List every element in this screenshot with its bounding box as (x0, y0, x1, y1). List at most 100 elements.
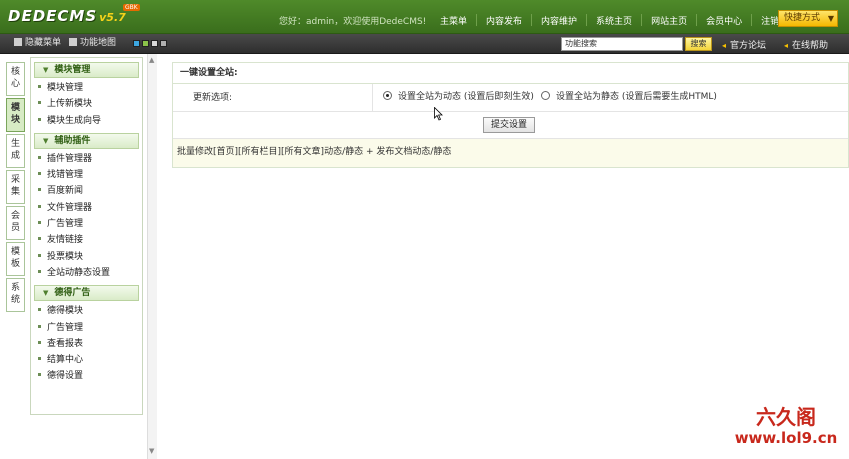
menu-group-2: ▼ 辅助插件插件管理器 找错管理 百度新闻 文件管理器 广告管理 友情链接 投票模块 全站动静态… (34, 132, 139, 281)
bullet-icon: ◂ (784, 41, 789, 50)
site-watermark: 六久阁 www.lol9.cn (734, 405, 838, 447)
menu-item[interactable]: 百度新闻 (34, 183, 139, 199)
skin-swatch-2[interactable] (142, 40, 149, 47)
bullet-icon (38, 324, 41, 328)
bullet-icon (38, 308, 41, 312)
skin-swatch-4[interactable] (160, 40, 167, 47)
radio-static[interactable]: 设置全站为静态 (设置后需要生成HTML) (541, 91, 717, 103)
radio-dynamic[interactable]: 设置全站为动态 (设置后即刻生效) (383, 91, 534, 103)
collapse-icon: ▼ (43, 66, 49, 74)
nav-link-3[interactable]: 内容维护 (541, 11, 577, 30)
radio-unchecked-icon (541, 91, 550, 100)
menu-group-1: ▼ 模块管理模块管理 上传新模块 模块生成向导 (34, 62, 139, 129)
dedecms-logo: DEDECMS v5.7 GBK (8, 4, 140, 25)
bullet-icon (38, 221, 41, 225)
scroll-up-icon[interactable]: ▲ (149, 56, 154, 64)
menu-item[interactable]: 找错管理 (34, 167, 139, 183)
collapse-icon: ▼ (43, 289, 49, 298)
vtab-5[interactable]: 会员 (6, 206, 25, 240)
menu-group-header[interactable]: ▼ 辅助插件 (34, 132, 139, 149)
menu-group-3: ▼ 德得广告 德得模块 广告管理 查看报表 结算中心 德得设置 (34, 285, 139, 384)
skin-swatch-3[interactable] (151, 40, 158, 47)
menu-item[interactable]: 上传新模块 (34, 96, 139, 112)
bullet-icon (38, 357, 41, 361)
bullet-icon (38, 237, 41, 241)
map-icon (69, 38, 77, 46)
bullet-icon (38, 117, 41, 121)
chevron-down-icon: ▼ (827, 14, 834, 23)
toolbar: 隐藏菜单 功能地图 功能搜索 搜索 ◂ 官方论坛 ◂ 在线帮助 (0, 34, 849, 54)
nav-separator (476, 14, 478, 26)
bullet-icon (38, 172, 41, 176)
update-options-row: 更新选项: 设置全站为动态 (设置后即刻生效) 设置全站为静态 (设置后需要生成… (173, 84, 848, 112)
welcome-text: 您好：admin，欢迎使用DedeCMS! (279, 17, 427, 27)
vtab-6[interactable]: 模板 (6, 242, 25, 276)
bullet-icon (38, 204, 41, 208)
mouse-cursor-icon (434, 107, 443, 121)
nav-link-5[interactable]: 网站主页 (651, 11, 687, 30)
skin-swatch-1[interactable] (133, 40, 140, 47)
menu-group-header[interactable]: ▼ 德得广告 (34, 285, 139, 302)
panel-title: 一键设置全站: (173, 63, 848, 84)
vtab-7[interactable]: 系统 (6, 278, 25, 312)
search-button[interactable]: 搜索 (685, 37, 712, 51)
menu-item[interactable]: 插件管理器 (34, 151, 139, 167)
collapse-icon: ▼ (43, 136, 49, 145)
menu-item[interactable]: 投票模块 (34, 249, 139, 265)
submit-settings-button[interactable]: 提交设置 (483, 117, 535, 133)
menu-item[interactable]: 结算中心 (34, 352, 139, 368)
menu-item[interactable]: 友情链接 (34, 232, 139, 248)
option-label: 更新选项: (173, 84, 373, 112)
nav-separator (531, 14, 533, 26)
menu-item[interactable]: 德得模块 (34, 303, 139, 319)
menu-item[interactable]: 查看报表 (34, 336, 139, 352)
nav-link-2[interactable]: 内容发布 (486, 11, 522, 30)
nav-separator (751, 14, 753, 26)
scroll-down-icon[interactable]: ▼ (149, 447, 154, 455)
vertical-tabs: 核心 模块 生成 采集 会员 模板 系统 (6, 62, 25, 314)
radio-checked-icon (383, 91, 392, 100)
official-forum-link[interactable]: ◂ 官方论坛 (722, 38, 766, 51)
batch-modify-link[interactable]: 批量修改[首页][所有栏目][所有文章]动态/静态 + 发布文档动态/静态 (173, 139, 848, 167)
vtab-4[interactable]: 采集 (6, 170, 25, 204)
menu-item[interactable]: 德得设置 (34, 368, 139, 384)
nav-separator (696, 14, 698, 26)
top-nav: 主菜单 内容发布 内容维护 系统主页 网站主页 会员中心 注销 (440, 11, 779, 30)
nav-link-1[interactable]: 主菜单 (440, 11, 467, 30)
menu-item[interactable]: 模块生成向导 (34, 113, 139, 129)
function-map-button[interactable]: 功能地图 (69, 37, 116, 50)
top-header: DEDECMS v5.7 GBK 您好：admin，欢迎使用DedeCMS! 主菜… (0, 0, 849, 34)
scrollbar[interactable]: ▲ ▼ (147, 54, 157, 459)
menu-item[interactable]: 全站动静态设置 (34, 265, 139, 281)
nav-separator (641, 14, 643, 26)
nav-link-7[interactable]: 注销 (761, 11, 779, 30)
submit-row: 提交设置 (173, 112, 848, 139)
bullet-icon (38, 85, 41, 88)
version-badge: GBK (123, 4, 140, 11)
bullet-icon (38, 188, 41, 192)
hide-menu-button[interactable]: 隐藏菜单 (14, 37, 61, 50)
nav-separator (586, 14, 588, 26)
quick-menu-dropdown[interactable]: 快捷方式 ▼ (778, 10, 838, 27)
bullet-icon (38, 155, 41, 159)
menu-item[interactable]: 广告管理 (34, 216, 139, 232)
menu-icon (14, 38, 22, 46)
side-menu: ▼ 模块管理 模块管理 上传新模块 模块生成向导 ▼ 辅助插件 插件管理器 找错管理 百度新闻 文件… (30, 57, 143, 415)
vtab-1[interactable]: 核心 (6, 62, 25, 96)
skin-swatches (133, 40, 169, 47)
bullet-icon (38, 340, 41, 344)
bullet-icon (38, 101, 41, 105)
search-input[interactable]: 功能搜索 (561, 37, 683, 51)
vtab-3[interactable]: 生成 (6, 134, 25, 168)
menu-item[interactable]: 文件管理器 (34, 200, 139, 216)
nav-link-4[interactable]: 系统主页 (596, 11, 632, 30)
online-help-link[interactable]: ◂ 在线帮助 (784, 38, 828, 51)
bullet-icon: ◂ (722, 41, 727, 50)
vtab-2[interactable]: 模块 (6, 98, 25, 132)
site-settings-panel: 一键设置全站: 更新选项: 设置全站为动态 (设置后即刻生效) 设置全站为静态 … (172, 62, 849, 168)
menu-group-header[interactable]: ▼ 模块管理 (34, 62, 139, 78)
menu-item[interactable]: 模块管理 (34, 80, 139, 96)
nav-link-6[interactable]: 会员中心 (706, 11, 742, 30)
bullet-icon (38, 373, 41, 377)
menu-item[interactable]: 广告管理 (34, 320, 139, 336)
